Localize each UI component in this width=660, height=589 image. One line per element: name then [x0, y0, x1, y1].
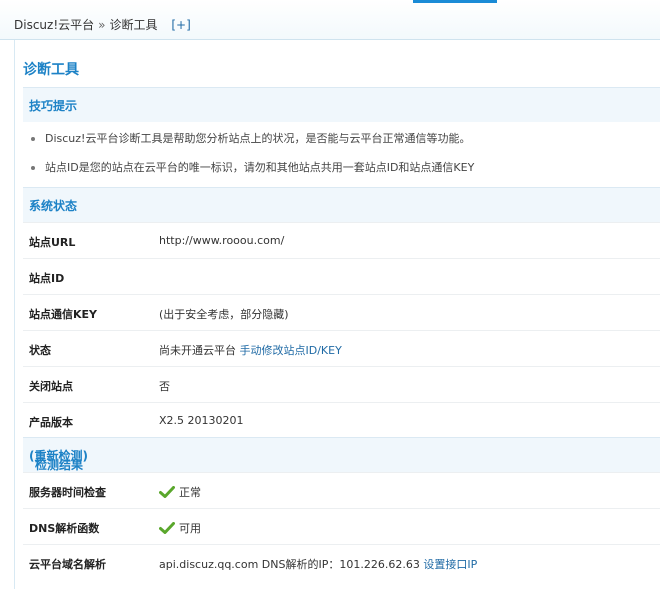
- result-row-server-time: 服务器时间检查 正常: [23, 472, 660, 508]
- row-label: 云平台域名解析: [29, 558, 106, 571]
- row-value: 尚未开通云平台 手动修改站点ID/KEY: [159, 342, 342, 358]
- tips-section-header: 技巧提示: [23, 87, 660, 122]
- row-label: 站点URL: [29, 236, 76, 249]
- tip-text: Discuz!云平台诊断工具是帮助您分析站点上的状况，是否能与云平台正常通信等功…: [45, 132, 471, 145]
- active-tab-indicator: [413, 0, 497, 3]
- breadcrumb: Discuz!云平台 » 诊断工具 [+]: [14, 16, 191, 33]
- bullet-icon: [31, 166, 35, 170]
- status-row-version: 产品版本 X2.5 20130201: [23, 402, 660, 438]
- result-row-domain-resolve: 云平台域名解析 api.discuz.qq.com DNS解析的IP：101.2…: [23, 544, 660, 580]
- page-title: 诊断工具: [23, 62, 79, 78]
- bullet-icon: [31, 137, 35, 141]
- row-label: 站点ID: [29, 272, 65, 285]
- row-value: http://www.rooou.com/: [159, 234, 285, 247]
- results-section-header: 检测结果 (重新检测): [23, 437, 660, 472]
- row-label: 状态: [29, 344, 51, 357]
- row-label: 关闭站点: [29, 380, 73, 393]
- results-section-title: 检测结果: [35, 458, 84, 472]
- main-content: 诊断工具 技巧提示 Discuz!云平台诊断工具是帮助您分析站点上的状况，是否能…: [14, 40, 660, 589]
- tip-text: 站点ID是您的站点在云平台的唯一标识，请勿和其他站点共用一套站点ID和站点通信K…: [45, 161, 475, 174]
- check-icon: [159, 522, 175, 534]
- row-label: 站点通信KEY: [29, 308, 98, 321]
- tips-section-title: 技巧提示: [29, 99, 78, 113]
- result-text: 正常: [179, 486, 201, 499]
- results-section-title-wrap: 检测结果 (重新检测): [29, 447, 88, 472]
- row-value: X2.5 20130201: [159, 414, 244, 427]
- result-row-dns-function: DNS解析函数 可用: [23, 508, 660, 544]
- set-api-ip-link[interactable]: 设置接口IP: [423, 558, 477, 571]
- row-value: 正常: [159, 484, 201, 500]
- tip-item: 站点ID是您的站点在云平台的唯一标识，请勿和其他站点共用一套站点ID和站点通信K…: [31, 159, 474, 175]
- row-value: 否: [159, 380, 170, 393]
- result-text: 可用: [179, 522, 201, 535]
- status-row-site-url: 站点URL http://www.rooou.com/: [23, 222, 660, 258]
- result-text: api.discuz.qq.com DNS解析的IP：101.226.62.63: [159, 558, 420, 571]
- edit-site-id-key-link[interactable]: 手动修改站点ID/KEY: [240, 344, 342, 357]
- row-value: api.discuz.qq.com DNS解析的IP：101.226.62.63…: [159, 556, 477, 572]
- breadcrumb-current: 诊断工具: [109, 18, 158, 32]
- status-row-site-closed: 关闭站点 否: [23, 366, 660, 402]
- status-section-title: 系统状态: [29, 199, 78, 213]
- top-bar: Discuz!云平台 » 诊断工具 [+]: [0, 0, 660, 40]
- row-label: 产品版本: [29, 416, 73, 429]
- state-text: 尚未开通云平台: [159, 344, 236, 357]
- check-icon: [159, 486, 175, 498]
- row-label: DNS解析函数: [29, 522, 100, 535]
- status-row-site-key: 站点通信KEY (出于安全考虑，部分隐藏): [23, 294, 660, 330]
- breadcrumb-expand-button[interactable]: [+]: [171, 18, 190, 32]
- row-label: 服务器时间检查: [29, 486, 106, 499]
- tip-item: Discuz!云平台诊断工具是帮助您分析站点上的状况，是否能与云平台正常通信等功…: [31, 130, 470, 146]
- row-value: 可用: [159, 520, 201, 536]
- breadcrumb-root[interactable]: Discuz!云平台: [14, 18, 94, 32]
- status-row-site-id: 站点ID: [23, 258, 660, 294]
- status-row-state: 状态 尚未开通云平台 手动修改站点ID/KEY: [23, 330, 660, 366]
- row-value: (出于安全考虑，部分隐藏): [159, 308, 289, 321]
- status-section-header: 系统状态: [23, 187, 660, 222]
- breadcrumb-separator: »: [98, 18, 106, 32]
